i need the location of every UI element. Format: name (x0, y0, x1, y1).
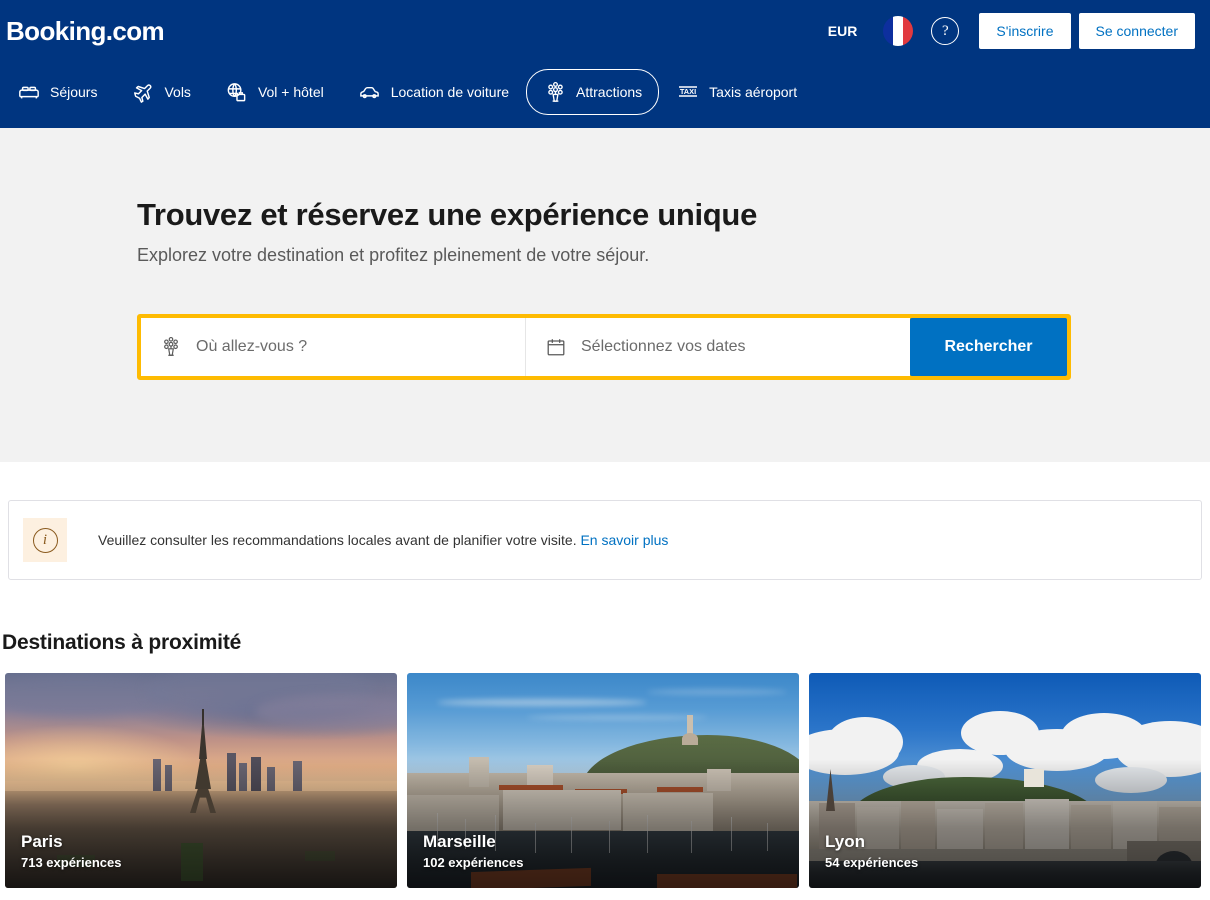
experience-count: 54 expériences (825, 855, 918, 870)
main-content: i Veuillez consulter les recommandations… (0, 500, 1210, 888)
destination-card-lyon[interactable]: Lyon 54 expériences (809, 673, 1201, 888)
booking-logo[interactable]: Booking.com (0, 18, 164, 44)
nav-tab-flights[interactable]: Vols (114, 69, 207, 115)
nav-tab-label: Vol + hôtel (258, 84, 324, 100)
experience-count: 102 expériences (423, 855, 523, 870)
nav-tab-flight-hotel[interactable]: Vol + hôtel (208, 69, 341, 115)
signin-button[interactable]: Se connecter (1079, 13, 1196, 49)
dates-placeholder: Sélectionnez vos dates (581, 338, 746, 356)
primary-nav: Séjours Vols Vol + hôtel (0, 62, 1210, 122)
site-header: Booking.com EUR ? S'inscrire Se connecte… (0, 0, 1210, 128)
nav-tab-label: Attractions (576, 84, 642, 100)
hero-section: Trouvez et réservez une expérience uniqu… (0, 128, 1210, 462)
page-subtitle: Explorez votre destination et profitez p… (137, 245, 1210, 266)
flag-band-blue (883, 16, 893, 46)
advisory-text-container: Veuillez consulter les recommandations l… (98, 532, 668, 548)
dates-field[interactable]: Sélectionnez vos dates (525, 318, 910, 376)
learn-more-link[interactable]: En savoir plus (580, 532, 668, 548)
lyon-caption: Lyon 54 expériences (825, 831, 918, 870)
page-title: Trouvez et réservez une expérience uniqu… (137, 196, 1210, 233)
calendar-icon (544, 335, 568, 359)
destination-card-list: Paris 713 expériences (0, 673, 1210, 888)
tower-mid (195, 759, 211, 789)
nav-tab-label: Vols (164, 84, 190, 100)
header-top-bar: Booking.com EUR ? S'inscrire Se connecte… (0, 0, 1210, 62)
nav-tab-stays[interactable]: Séjours (0, 69, 114, 115)
notre-dame-basilica (679, 715, 701, 745)
nav-tab-car-rental[interactable]: Location de voiture (341, 69, 526, 115)
info-icon-container: i (23, 518, 67, 562)
fourviere-basilica (1024, 769, 1044, 787)
register-button[interactable]: S'inscrire (979, 13, 1070, 49)
svg-text:TAXI: TAXI (680, 87, 696, 96)
paris-caption: Paris 713 expériences (21, 831, 121, 870)
destination-name: Marseille (423, 831, 523, 852)
ferris-wheel-icon (543, 80, 567, 104)
nav-tab-attractions[interactable]: Attractions (526, 69, 659, 115)
destination-name: Paris (21, 831, 121, 852)
nav-tab-label: Taxis aéroport (709, 84, 797, 100)
travel-advisory-banner: i Veuillez consulter les recommandations… (8, 500, 1202, 580)
basilica-dome (682, 733, 698, 745)
search-bar: Où allez-vous ? Sélectionnez vos dates R… (137, 314, 1071, 380)
basilica-tower (687, 715, 693, 735)
flag-band-white (893, 16, 903, 46)
help-icon[interactable]: ? (931, 17, 959, 45)
france-flag-icon[interactable] (883, 16, 913, 46)
search-submit-button[interactable]: Rechercher (910, 318, 1067, 376)
ferris-wheel-icon (159, 335, 183, 359)
tower-upper (199, 725, 207, 759)
nearby-destinations-heading: Destinations à proximité (2, 631, 1210, 655)
destination-card-marseille[interactable]: Marseille 102 expériences (407, 673, 799, 888)
tower-base (190, 789, 216, 813)
car-icon (358, 80, 382, 104)
info-icon: i (33, 528, 58, 553)
header-actions: EUR ? S'inscrire Se connecter (814, 13, 1202, 49)
marseille-caption: Marseille 102 expériences (423, 831, 523, 870)
bed-icon (17, 80, 41, 104)
destination-name: Lyon (825, 831, 918, 852)
tower-spire (202, 709, 204, 725)
experience-count: 713 expériences (21, 855, 121, 870)
eiffel-tower (190, 709, 216, 813)
taxi-icon: TAXI (676, 80, 700, 104)
destination-card-paris[interactable]: Paris 713 expériences (5, 673, 397, 888)
flight-hotel-icon (225, 80, 249, 104)
plane-icon (131, 80, 155, 104)
flag-band-red (903, 16, 913, 46)
destination-field[interactable]: Où allez-vous ? (141, 318, 525, 376)
nav-tab-label: Location de voiture (391, 84, 509, 100)
currency-selector[interactable]: EUR (814, 15, 872, 47)
destination-placeholder: Où allez-vous ? (196, 338, 307, 356)
advisory-text: Veuillez consulter les recommandations l… (98, 532, 577, 548)
nav-tab-airport-taxis[interactable]: TAXI Taxis aéroport (659, 69, 814, 115)
nav-tab-label: Séjours (50, 84, 97, 100)
